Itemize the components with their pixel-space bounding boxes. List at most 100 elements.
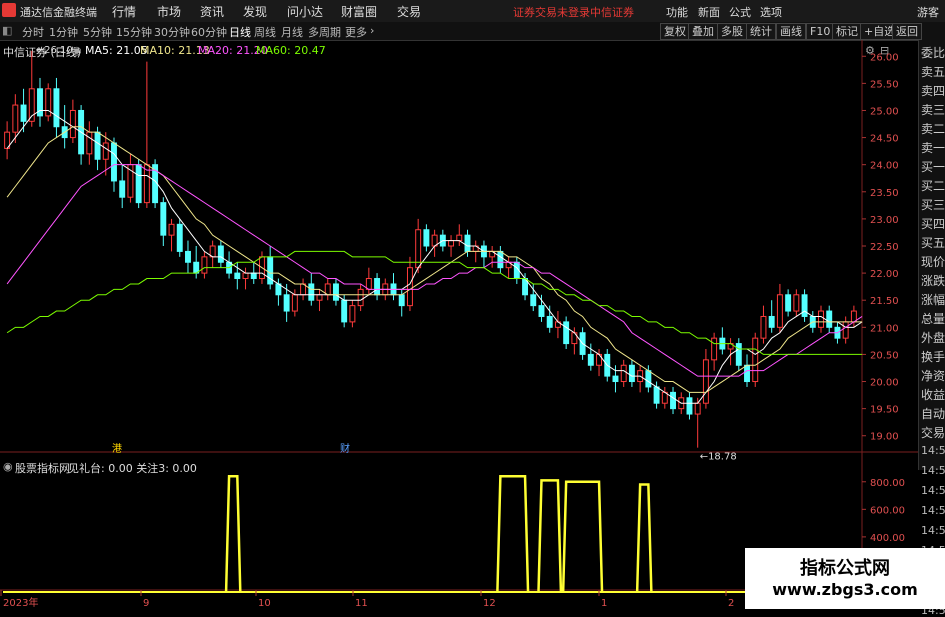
sidebar-item-1[interactable]: 卖五 [921, 63, 945, 80]
candle-body [332, 283, 339, 301]
btn-duogu[interactable]: 多股 [717, 23, 747, 40]
candle-body [119, 180, 126, 198]
sidebar-item-14[interactable]: 总量 [921, 310, 945, 327]
candle-body [563, 321, 570, 345]
sidebar-item-15[interactable]: 外盘 [921, 329, 945, 346]
menu-gongneng[interactable]: 功能 [666, 4, 688, 20]
price-tick-label: 19.50 [870, 405, 899, 416]
app-logo-icon [2, 3, 16, 17]
login-notice[interactable]: 证券交易未登录 [513, 4, 590, 20]
sidebar-item-16[interactable]: 换手 [921, 348, 945, 365]
candle-body [702, 359, 709, 404]
sidebar-item-9[interactable]: 买四 [921, 215, 945, 232]
sidebar-item-7[interactable]: 买二 [921, 177, 945, 194]
menu-jiaoyi[interactable]: 交易 [397, 3, 421, 20]
sidebar-item-4[interactable]: 卖二 [921, 120, 945, 137]
period-multi[interactable]: 多周期 [308, 24, 341, 40]
menu-caifuquan[interactable]: 财富圈 [341, 3, 377, 20]
candle-body [160, 202, 167, 236]
price-tick-label: 23.00 [870, 215, 899, 226]
btn-tongji[interactable]: 统计 [746, 23, 776, 40]
candle-body [785, 294, 792, 312]
guest-label[interactable]: 游客 [917, 4, 939, 20]
sidebar-item-17[interactable]: 净资 [921, 367, 945, 384]
candle-body [53, 88, 60, 128]
candle-body [185, 250, 191, 263]
menu-xinmian[interactable]: 新面 [698, 4, 720, 20]
price-tick-label: 23.50 [870, 188, 899, 199]
sidebar-item-2[interactable]: 卖四 [921, 82, 945, 99]
sidebar-item-0[interactable]: 委比 [921, 44, 945, 61]
candle-body [111, 142, 117, 182]
time-label: 14:56 [921, 444, 945, 457]
time-label: 14:56 [921, 464, 945, 477]
period-30min[interactable]: 30分钟 [154, 24, 190, 40]
candle-body [612, 375, 619, 383]
sidebar-item-11[interactable]: 现价 [921, 253, 945, 270]
btn-huaxian[interactable]: 画线 [776, 23, 806, 40]
candle-body [760, 315, 767, 339]
btn-diejia[interactable]: 叠加 [688, 23, 718, 40]
candle-body [69, 109, 76, 139]
sidebar-item-12[interactable]: 涨跌 [921, 272, 945, 289]
price-tick-label: 24.00 [870, 161, 899, 172]
chevron-right-icon[interactable]: › [370, 24, 374, 37]
menu-xuanxiang[interactable]: 选项 [760, 4, 782, 20]
candle-body [801, 294, 808, 317]
period-monthly[interactable]: 月线 [281, 24, 303, 40]
period-60min[interactable]: 60分钟 [191, 24, 227, 40]
watermark-title: 指标公式网 [800, 558, 890, 579]
back-icon[interactable]: ◧ [2, 24, 12, 37]
candle-body [530, 294, 537, 307]
period-daily[interactable]: 日线 [229, 24, 251, 40]
candle-body [217, 245, 224, 263]
period-more[interactable]: 更多 [345, 24, 367, 40]
quote-sidebar: 委比卖五卖四卖三卖二卖一买一买二买三买四买五现价涨跌涨幅总量外盘换手净资收益自动… [918, 40, 945, 617]
time-label: 14:56 [921, 524, 945, 537]
candle-body [620, 364, 627, 383]
price-tick-label: 21.00 [870, 323, 899, 334]
sidebar-item-18[interactable]: 收益 [921, 386, 945, 403]
candle-body [538, 305, 545, 317]
time-label: 14:56 [921, 504, 945, 517]
candle-body [776, 294, 783, 328]
sidebar-item-6[interactable]: 买一 [921, 158, 945, 175]
indicator-pulse [635, 483, 653, 593]
title-bar: 通达信金融终端 行情 市场 资讯 发现 问小达 财富圈 交易 证券交易未登录 中… [0, 0, 945, 23]
period-weekly[interactable]: 周线 [254, 24, 276, 40]
candle-body [12, 104, 19, 133]
btn-f10[interactable]: F10 [806, 23, 835, 40]
sidebar-item-20[interactable]: 交易 [921, 424, 945, 441]
menu-gongshi[interactable]: 公式 [729, 4, 751, 20]
btn-fuquan[interactable]: 复权 [660, 23, 690, 40]
candle-body [793, 294, 800, 312]
candle-body [135, 164, 142, 204]
period-1min[interactable]: 1分钟 [49, 24, 78, 40]
indicator-pulse [537, 479, 563, 593]
indicator-icon[interactable]: ◉ [3, 460, 13, 473]
sidebar-item-19[interactable]: 自动 [921, 405, 945, 422]
candle-body [826, 310, 833, 328]
btn-back[interactable]: 返回 [892, 23, 922, 40]
menu-wenxiaoda[interactable]: 问小达 [287, 3, 323, 20]
sidebar-item-3[interactable]: 卖三 [921, 101, 945, 118]
menu-shichang[interactable]: 市场 [157, 3, 181, 20]
candle-body [587, 353, 594, 366]
candle-body [645, 370, 652, 388]
date-tick-label: 1 [601, 598, 607, 609]
sidebar-item-13[interactable]: 涨幅 [921, 291, 945, 308]
menu-hangqing[interactable]: 行情 [112, 3, 136, 20]
chart-area[interactable]: 26.00 25.50 25.00 24.50 24.00 23.50 23.00 22.50… [0, 40, 918, 610]
candle-body [283, 294, 290, 312]
price-tick-label: 25.50 [870, 79, 899, 90]
sidebar-item-5[interactable]: 卖一 [921, 139, 945, 156]
menu-zixun[interactable]: 资讯 [200, 3, 224, 20]
period-15min[interactable]: 15分钟 [116, 24, 152, 40]
period-fenshi[interactable]: 分时 [22, 24, 44, 40]
sidebar-item-8[interactable]: 买三 [921, 196, 945, 213]
period-5min[interactable]: 5分钟 [83, 24, 112, 40]
menu-faxian[interactable]: 发现 [243, 3, 267, 20]
candle-body [20, 104, 27, 122]
sidebar-item-10[interactable]: 买五 [921, 234, 945, 251]
btn-biaoji[interactable]: 标记 [832, 23, 862, 40]
